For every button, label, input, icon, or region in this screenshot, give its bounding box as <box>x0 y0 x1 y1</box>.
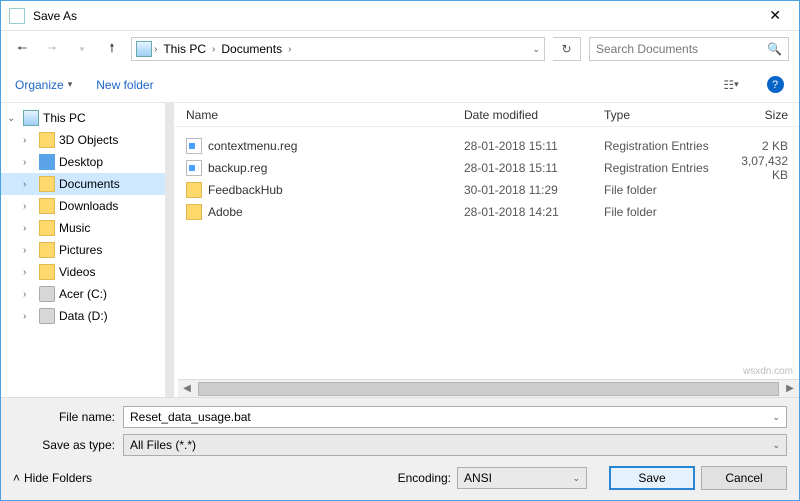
chevron-down-icon[interactable]: ⌄ <box>7 113 19 124</box>
header-size[interactable]: Size <box>736 108 796 122</box>
up-button[interactable]: 🠕 <box>101 38 123 60</box>
chevron-right-icon[interactable]: › <box>288 44 291 55</box>
hide-folders-button[interactable]: ˄ Hide Folders <box>13 471 92 485</box>
chevron-right-icon[interactable]: › <box>23 223 35 234</box>
encoding-select[interactable]: ANSI ⌄ <box>457 467 587 489</box>
folder-icon <box>186 182 202 198</box>
folder-icon <box>39 176 55 192</box>
navbar: 🠔 🠖 ▾ 🠕 › This PC › Documents › ⌄ ↻ Sear… <box>1 31 799 67</box>
tree-root-this-pc[interactable]: ⌄ This PC <box>1 107 165 129</box>
scroll-right-icon[interactable]: ▶ <box>781 383 799 394</box>
refresh-button[interactable]: ↻ <box>553 37 581 61</box>
folder-icon <box>186 204 202 220</box>
saveastype-select[interactable]: All Files (*.*) ⌄ <box>123 434 787 456</box>
saveastype-row: Save as type: All Files (*.*) ⌄ <box>13 434 787 456</box>
breadcrumb-root[interactable]: This PC <box>159 42 210 56</box>
toolbar: Organize ▾ New folder ☷ ▾ ? <box>1 67 799 103</box>
save-as-dialog: Save As ✕ 🠔 🠖 ▾ 🠕 › This PC › Documents … <box>0 0 800 501</box>
tree-item-desktop[interactable]: › Desktop <box>1 151 165 173</box>
breadcrumb-folder[interactable]: Documents <box>217 42 286 56</box>
folder-icon <box>39 132 55 148</box>
header-type[interactable]: Type <box>604 108 736 122</box>
action-row: ˄ Hide Folders Encoding: ANSI ⌄ Save Can… <box>13 462 787 492</box>
scroll-thumb[interactable] <box>198 382 779 396</box>
tree-item-music[interactable]: › Music <box>1 217 165 239</box>
back-button[interactable]: 🠔 <box>11 38 33 60</box>
drive-icon <box>39 286 55 302</box>
filename-input[interactable]: Reset_data_usage.bat ⌄ <box>123 406 787 428</box>
folder-icon <box>39 198 55 214</box>
chevron-right-icon[interactable]: › <box>154 44 157 55</box>
tree-item-acer-c[interactable]: › Acer (C:) <box>1 283 165 305</box>
file-row[interactable]: contextmenu.reg 28-01-2018 15:11 Registr… <box>186 135 799 157</box>
splitter[interactable] <box>166 103 174 397</box>
save-button[interactable]: Save <box>609 466 695 490</box>
filename-row: File name: Reset_data_usage.bat ⌄ <box>13 406 787 428</box>
search-placeholder: Search Documents <box>596 42 698 56</box>
search-icon: 🔍 <box>767 42 782 56</box>
desktop-icon <box>39 154 55 170</box>
forward-button[interactable]: 🠖 <box>41 38 63 60</box>
chevron-right-icon[interactable]: › <box>23 201 35 212</box>
tree-item-pictures[interactable]: › Pictures <box>1 239 165 261</box>
tree-item-data-d[interactable]: › Data (D:) <box>1 305 165 327</box>
scroll-left-icon[interactable]: ◀ <box>178 383 196 394</box>
encoding-label: Encoding: <box>398 471 451 485</box>
chevron-right-icon[interactable]: › <box>23 135 35 146</box>
file-row[interactable]: backup.reg 28-01-2018 15:11 Registration… <box>186 157 799 179</box>
new-folder-button[interactable]: New folder <box>96 78 153 92</box>
header-name[interactable]: Name <box>186 108 464 122</box>
reg-file-icon <box>186 138 202 154</box>
chevron-down-icon[interactable]: ⌄ <box>572 473 580 484</box>
chevron-right-icon[interactable]: › <box>212 44 215 55</box>
chevron-right-icon[interactable]: › <box>23 157 35 168</box>
folder-icon <box>39 220 55 236</box>
organize-button[interactable]: Organize ▾ <box>15 78 72 92</box>
address-bar[interactable]: › This PC › Documents › ⌄ <box>131 37 545 61</box>
cancel-button[interactable]: Cancel <box>701 466 787 490</box>
address-dropdown-icon[interactable]: ⌄ <box>526 44 540 55</box>
column-headers: Name Date modified Type Size <box>166 103 799 127</box>
filename-label: File name: <box>13 410 123 424</box>
pc-icon <box>23 110 39 126</box>
chevron-down-icon[interactable]: ⌄ <box>772 440 780 451</box>
file-row[interactable]: FeedbackHub 30-01-2018 11:29 File folder <box>186 179 799 201</box>
drive-icon <box>39 308 55 324</box>
body: ⌄ This PC › 3D Objects › Desktop › Docum… <box>1 103 799 397</box>
window-title: Save As <box>33 9 759 23</box>
history-dropdown[interactable]: ▾ <box>71 38 93 60</box>
folder-icon <box>39 264 55 280</box>
tree-item-documents[interactable]: › Documents <box>1 173 165 195</box>
file-list-pane: Name Date modified Type Size contextmenu… <box>166 103 799 397</box>
tree-item-3d-objects[interactable]: › 3D Objects <box>1 129 165 151</box>
chevron-right-icon[interactable]: › <box>23 289 35 300</box>
view-options-button[interactable]: ☷ ▾ <box>721 78 741 92</box>
app-icon <box>9 8 25 24</box>
chevron-down-icon: ▾ <box>68 79 73 90</box>
file-list: contextmenu.reg 28-01-2018 15:11 Registr… <box>166 127 799 379</box>
bottom-panel: File name: Reset_data_usage.bat ⌄ Save a… <box>1 397 799 500</box>
folder-icon <box>39 242 55 258</box>
reg-file-icon <box>186 160 202 176</box>
close-button[interactable]: ✕ <box>759 3 791 28</box>
pc-icon <box>136 41 152 57</box>
tree-item-downloads[interactable]: › Downloads <box>1 195 165 217</box>
tree-sidebar: ⌄ This PC › 3D Objects › Desktop › Docum… <box>1 103 166 397</box>
chevron-right-icon[interactable]: › <box>23 267 35 278</box>
header-date[interactable]: Date modified <box>464 108 604 122</box>
saveastype-label: Save as type: <box>13 438 123 452</box>
tree-item-videos[interactable]: › Videos <box>1 261 165 283</box>
chevron-up-icon: ˄ <box>13 471 20 485</box>
chevron-right-icon[interactable]: › <box>23 179 35 190</box>
chevron-right-icon[interactable]: › <box>23 245 35 256</box>
watermark: wsxdn.com <box>743 366 793 377</box>
search-input[interactable]: Search Documents 🔍 <box>589 37 789 61</box>
chevron-right-icon[interactable]: › <box>23 311 35 322</box>
help-button[interactable]: ? <box>765 76 785 93</box>
titlebar: Save As ✕ <box>1 1 799 31</box>
file-row[interactable]: Adobe 28-01-2018 14:21 File folder <box>186 201 799 223</box>
horizontal-scrollbar[interactable]: ◀ ▶ <box>178 379 799 397</box>
chevron-down-icon[interactable]: ⌄ <box>772 412 780 423</box>
